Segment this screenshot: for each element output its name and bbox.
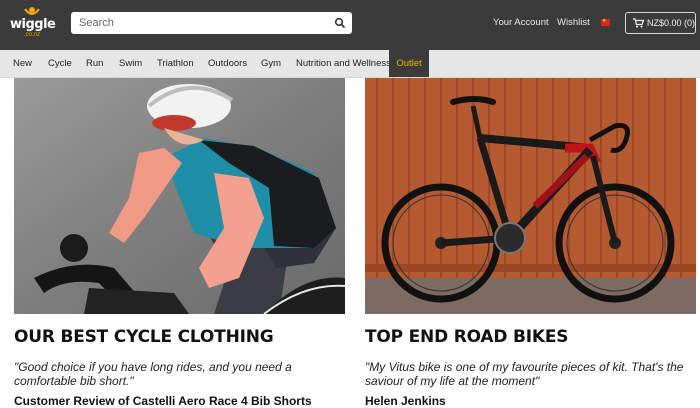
cart-button[interactable]: NZ$0.00 (0) — [625, 12, 696, 34]
card-attribution-road-bikes: Helen Jenkins — [365, 394, 446, 408]
card-title-road-bikes[interactable]: TOP END ROAD BIKES — [365, 327, 568, 347]
road-bikes-image[interactable] — [365, 78, 696, 314]
search-icon[interactable] — [334, 17, 346, 29]
nav-item-run[interactable]: Run — [86, 50, 103, 77]
cycle-clothing-image[interactable] — [14, 78, 345, 314]
nav-item-gym[interactable]: Gym — [261, 50, 281, 77]
logo-wordmark: wiggle — [10, 17, 56, 32]
shopping-cart-icon — [633, 18, 644, 28]
card-attribution-cycle-clothing: Customer Review of Castelli Aero Race 4 … — [14, 394, 312, 408]
wishlist-link[interactable]: Wishlist — [557, 17, 590, 28]
nav-item-nutrition[interactable]: Nutrition and Wellness — [296, 50, 391, 77]
category-nav: New Cycle Run Swim Triathlon Outdoors Gy… — [0, 50, 700, 78]
china-flag-icon[interactable]: ★ — [601, 19, 610, 26]
cart-total: NZ$0.00 (0) — [647, 18, 696, 28]
card-quote-cycle-clothing: "Good choice if you have long rides, and… — [14, 360, 292, 388]
search-bar — [71, 12, 352, 34]
nav-item-outlet[interactable]: Outlet — [389, 50, 429, 77]
nav-item-cycle[interactable]: Cycle — [48, 50, 72, 77]
nav-item-outdoors[interactable]: Outdoors — [208, 50, 247, 77]
your-account-link[interactable]: Your Account — [493, 17, 549, 28]
nav-item-triathlon[interactable]: Triathlon — [157, 50, 194, 77]
logo-domain: .co.nz — [23, 32, 40, 38]
site-header: wiggle .co.nz Your Account Wishlist ★ NZ… — [0, 0, 700, 50]
cyclist-photo — [14, 78, 345, 314]
card-title-cycle-clothing[interactable]: OUR BEST CYCLE CLOTHING — [14, 327, 274, 347]
card-quote-road-bikes: "My Vitus bike is one of my favourite pi… — [365, 360, 684, 388]
nav-item-swim[interactable]: Swim — [119, 50, 142, 77]
nav-item-new[interactable]: New — [13, 50, 32, 77]
search-input[interactable] — [71, 12, 329, 34]
wiggle-logo[interactable]: wiggle .co.nz — [10, 6, 56, 44]
road-bike-photo — [365, 78, 696, 314]
